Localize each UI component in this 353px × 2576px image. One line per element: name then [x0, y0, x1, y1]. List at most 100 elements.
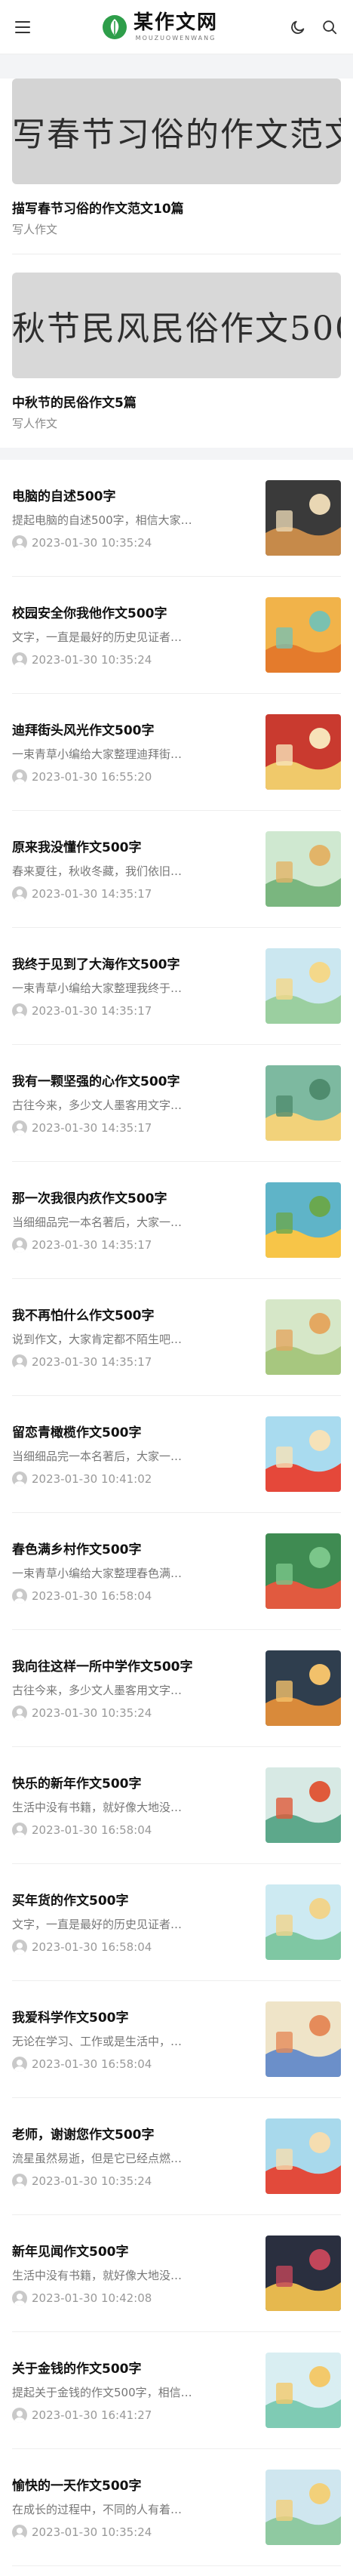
item-time: 2023-01-30 10:35:24 — [32, 2525, 152, 2539]
item-thumbnail[interactable] — [266, 1767, 341, 1843]
list-item[interactable]: 春色满乡村作文500字 一束青草小编给大家整理春色满… 2023-01-30 16:… — [12, 1513, 341, 1630]
item-time: 2023-01-30 14:35:17 — [32, 1121, 152, 1135]
item-title[interactable]: 愉快的一天作文500字 — [12, 2475, 261, 2494]
item-thumbnail[interactable] — [266, 480, 341, 556]
item-thumbnail[interactable] — [266, 2001, 341, 2077]
featured-banner[interactable]: 秋节民风民俗作文500字5 — [12, 273, 341, 378]
author-avatar-icon — [12, 535, 27, 550]
item-thumbnail[interactable] — [266, 1533, 341, 1609]
item-title[interactable]: 我有一颗坚强的心作文500字 — [12, 1071, 261, 1089]
item-thumbnail[interactable] — [266, 831, 341, 907]
featured-article[interactable]: 秋节民风民俗作文500字5 中秋节的民俗作文5篇写人作文 — [12, 254, 341, 431]
item-thumbnail[interactable] — [266, 1650, 341, 1726]
item-desc: 流星虽然易逝，但是它已经点燃… — [12, 2152, 183, 2165]
featured-title[interactable]: 描写春节习俗的作文范文10篇 — [12, 198, 341, 217]
list-item[interactable]: 买年货的作文500字 文字，一直是最好的历史见证者… 2023-01-30 16:5… — [12, 1864, 341, 1981]
item-thumbnail[interactable] — [266, 714, 341, 790]
item-time: 2023-01-30 16:58:04 — [32, 2057, 152, 2071]
author-avatar-icon — [12, 2408, 27, 2423]
list-item[interactable]: 电脑的自述500字 提起电脑的自述500字，相信大家… 2023-01-30 10:… — [12, 460, 341, 577]
logo-sub-text: MOUZUOWENWANG — [135, 34, 216, 42]
item-title[interactable]: 原来我没懂作文500字 — [12, 837, 261, 855]
item-thumbnail[interactable] — [266, 1299, 341, 1375]
list-item[interactable]: 留恋青橄榄作文500字 当细细品完一本名著后，大家一… 2023-01-30 10:… — [12, 1396, 341, 1513]
item-title[interactable]: 快乐的新年作文500字 — [12, 1773, 261, 1792]
item-thumbnail[interactable] — [266, 2236, 341, 2311]
item-desc: 古往今来，多少文人墨客用文字… — [12, 1684, 183, 1697]
item-desc: 文字，一直是最好的历史见证者… — [12, 1918, 183, 1931]
list-item[interactable]: 校园安全你我他作文500字文字，一直是最好的历史见证者… 2023-01-30 1… — [12, 577, 341, 694]
author-avatar-icon — [12, 1823, 27, 1838]
item-time: 2023-01-30 14:35:17 — [32, 887, 152, 901]
list-item[interactable]: 我终于见到了大海作文500字 一束青草小编给大家整理我终于… 2023-01-30 … — [12, 928, 341, 1045]
author-avatar-icon — [12, 2525, 27, 2540]
item-time: 2023-01-30 10:35:24 — [32, 1706, 152, 1720]
list-item[interactable]: 我爱科学作文500字 无论在学习、工作或是生活中，… 2023-01-30 16:5… — [12, 1981, 341, 2098]
item-thumbnail[interactable] — [266, 948, 341, 1024]
item-thumbnail[interactable] — [266, 1065, 341, 1141]
list-item[interactable]: 愉快的一天作文500字在成长的过程中，不同的人有着… 2023-01-30 10:… — [12, 2449, 341, 2566]
item-thumbnail[interactable] — [266, 1416, 341, 1492]
item-desc: 在成长的过程中，不同的人有着… — [12, 2503, 183, 2516]
author-avatar-icon — [12, 1003, 27, 1018]
item-title[interactable]: 我爱科学作文500字 — [12, 2007, 261, 2026]
list-item[interactable]: 新年见闻作文500字 生活中没有书籍，就好像大地没… 2023-01-30 10:4… — [12, 2215, 341, 2332]
list-item[interactable]: 迪拜街头风光作文500字 一束青草小编给大家整理迪拜街… 2023-01-30 16… — [12, 694, 341, 811]
featured-section: 写春节习俗的作文范文10描写春节习俗的作文范文10篇写人作文秋节民风民俗作文50… — [0, 79, 353, 431]
author-avatar-icon — [12, 886, 27, 901]
item-title[interactable]: 关于金钱的作文500字 — [12, 2358, 261, 2377]
item-title[interactable]: 新年见闻作文500字 — [12, 2241, 261, 2260]
item-thumbnail[interactable] — [266, 1182, 341, 1258]
leaf-logo-icon — [102, 14, 127, 39]
featured-banner-text: 写春节习俗的作文范文10 — [12, 116, 341, 154]
item-time: 2023-01-30 16:58:04 — [32, 1823, 152, 1837]
item-title[interactable]: 校园安全你我他作文500字 — [12, 602, 261, 621]
item-title[interactable]: 我终于见到了大海作文500字 — [12, 954, 261, 972]
list-item[interactable]: 那一次我很内疚作文500字 当细细品完一本名著后，大家一… 2023-01-30 1… — [12, 1162, 341, 1279]
item-time: 2023-01-30 10:41:02 — [32, 1472, 152, 1486]
author-avatar-icon — [12, 1237, 27, 1253]
item-title[interactable]: 我向往这样一所中学作文500字 — [12, 1656, 261, 1675]
list-item[interactable]: 快乐的新年作文500字 生活中没有书籍，就好像大地没… 2023-01-30 16:… — [12, 1747, 341, 1864]
site-logo[interactable]: 某作文网 MOUZUOWENWANG — [102, 13, 218, 42]
item-title[interactable]: 我不再怕什么作文500字 — [12, 1305, 261, 1323]
item-title[interactable]: 迪拜街头风光作文500字 — [12, 719, 261, 738]
list-item[interactable]: 关于金钱的作文500字 提起关于金钱的作文500字，相信… 2023-01-30 1… — [12, 2332, 341, 2449]
author-avatar-icon — [12, 1471, 27, 1487]
item-thumbnail[interactable] — [266, 2353, 341, 2428]
item-desc: 一束青草小编给大家整理我终于… — [12, 981, 183, 995]
item-thumbnail[interactable] — [266, 597, 341, 673]
item-thumbnail[interactable] — [266, 1884, 341, 1960]
search-icon[interactable] — [321, 19, 338, 35]
featured-category[interactable]: 写人作文 — [12, 415, 341, 431]
author-avatar-icon — [12, 769, 27, 784]
featured-banner[interactable]: 写春节习俗的作文范文10 — [12, 79, 341, 184]
item-time: 2023-01-30 14:35:17 — [32, 1355, 152, 1369]
menu-icon[interactable] — [15, 20, 30, 33]
list-item[interactable]: 老师，谢谢您作文500字流星虽然易逝，但是它已经点燃… 2023-01-30 10… — [12, 2098, 341, 2215]
item-time: 2023-01-30 10:35:24 — [32, 2174, 152, 2188]
author-avatar-icon — [12, 2291, 27, 2306]
item-desc: 一束青草小编给大家整理春色满… — [12, 1567, 183, 1580]
item-desc: 文字，一直是最好的历史见证者… — [12, 630, 183, 644]
item-title[interactable]: 电脑的自述500字 — [12, 485, 261, 504]
list-item[interactable]: 我不再怕什么作文500字 说到作文，大家肯定都不陌生吧… 2023-01-30 14… — [12, 1279, 341, 1396]
top-header: 某作文网 MOUZUOWENWANG — [0, 0, 353, 54]
item-title[interactable]: 那一次我很内疚作文500字 — [12, 1188, 261, 1206]
featured-article[interactable]: 写春节习俗的作文范文10 描写春节习俗的作文范文10篇写人作文 — [12, 79, 341, 237]
item-thumbnail[interactable] — [266, 2118, 341, 2194]
featured-title[interactable]: 中秋节的民俗作文5篇 — [12, 392, 341, 411]
item-title[interactable]: 留恋青橄榄作文500字 — [12, 1422, 261, 1441]
item-time: 2023-01-30 10:35:24 — [32, 653, 152, 667]
item-title[interactable]: 买年货的作文500字 — [12, 1890, 261, 1909]
item-title[interactable]: 春色满乡村作文500字 — [12, 1539, 261, 1558]
list-item[interactable]: 我有一颗坚强的心作文500字 古往今来，多少文人墨客用文字… 2023-01-30 … — [12, 1045, 341, 1162]
item-title[interactable]: 老师，谢谢您作文500字 — [12, 2124, 261, 2143]
list-item[interactable]: 我向往这样一所中学作文500字古往今来，多少文人墨客用文字… 2023-01-30… — [12, 1630, 341, 1747]
dark-mode-icon[interactable] — [290, 19, 306, 35]
list-item[interactable]: 原来我没懂作文500字 春来夏往，秋收冬藏，我们依旧… 2023-01-30 14:… — [12, 811, 341, 928]
featured-category[interactable]: 写人作文 — [12, 221, 341, 237]
author-avatar-icon — [12, 652, 27, 667]
item-desc: 提起关于金钱的作文500字，相信… — [12, 2386, 192, 2399]
item-thumbnail[interactable] — [266, 2470, 341, 2545]
